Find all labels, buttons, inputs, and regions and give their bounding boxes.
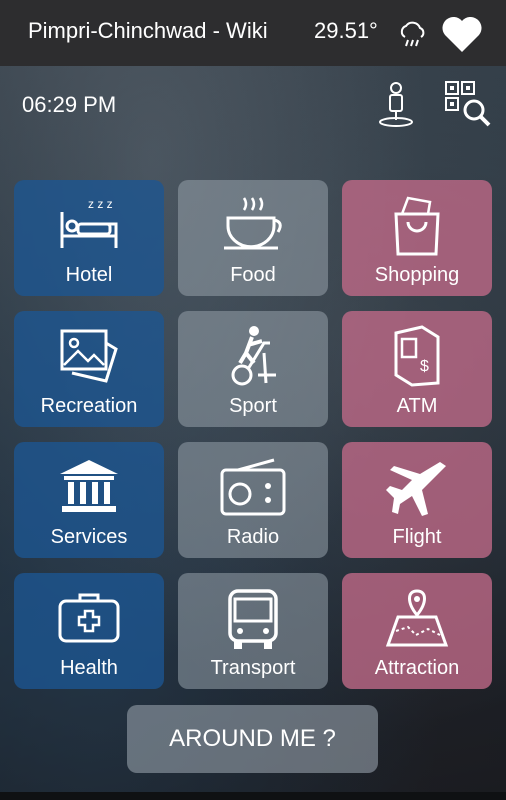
temperature: 29.51° xyxy=(314,18,378,43)
rain-cloud-icon xyxy=(400,21,425,47)
tile-atm[interactable]: $ ATM xyxy=(342,311,492,427)
atm-icon: $ xyxy=(394,325,440,387)
bus-icon xyxy=(228,589,278,649)
tile-hotel[interactable]: z z z Hotel xyxy=(14,180,164,296)
radio-icon xyxy=(220,458,286,516)
tile-sport[interactable]: Sport xyxy=(178,311,328,427)
tile-transport[interactable]: Transport xyxy=(178,573,328,689)
around-me-button[interactable]: AROUND ME ? xyxy=(127,705,378,773)
tile-services[interactable]: Services xyxy=(14,442,164,558)
photos-icon xyxy=(60,329,118,383)
tile-label: Health xyxy=(60,657,118,679)
tile-flight[interactable]: Flight xyxy=(342,442,492,558)
svg-text:$: $ xyxy=(420,358,429,375)
exercise-bike-icon xyxy=(231,326,276,386)
tile-label: Flight xyxy=(392,526,442,548)
tile-health[interactable]: Health xyxy=(14,573,164,689)
current-time: 06:29 PM xyxy=(22,92,117,117)
coffee-cup-icon xyxy=(224,197,282,250)
bottom-strip xyxy=(0,792,506,800)
heart-icon[interactable] xyxy=(440,14,484,54)
app-title: Pimpri-Chinchwad - Wiki xyxy=(28,18,268,43)
tile-label: Hotel xyxy=(65,264,113,286)
svg-text:z z z: z z z xyxy=(88,197,113,211)
tile-recreation[interactable]: Recreation xyxy=(14,311,164,427)
tile-label: Services xyxy=(50,526,128,548)
bank-icon xyxy=(60,460,118,512)
tile-radio[interactable]: Radio xyxy=(178,442,328,558)
tile-shopping[interactable]: Shopping xyxy=(342,180,492,296)
tile-food[interactable]: Food xyxy=(178,180,328,296)
tile-label: Recreation xyxy=(40,395,138,417)
airplane-icon xyxy=(386,462,446,516)
shopping-bag-icon xyxy=(394,196,440,256)
map-pin-icon xyxy=(385,589,449,647)
tile-label: Sport xyxy=(229,395,277,417)
tile-label: Transport xyxy=(210,657,296,679)
tile-label: Food xyxy=(230,264,276,286)
tile-label: Attraction xyxy=(374,657,460,679)
tile-label: Shopping xyxy=(374,264,460,286)
qr-search-icon[interactable] xyxy=(444,80,492,128)
bed-icon: z z z xyxy=(60,197,118,248)
person-pin-icon[interactable] xyxy=(376,80,416,128)
top-bar: Pimpri-Chinchwad - Wiki 29.51° xyxy=(0,0,506,66)
tile-label: ATM xyxy=(396,395,438,417)
tile-attraction[interactable]: Attraction xyxy=(342,573,492,689)
tile-label: Radio xyxy=(226,526,280,548)
first-aid-icon xyxy=(58,593,120,643)
